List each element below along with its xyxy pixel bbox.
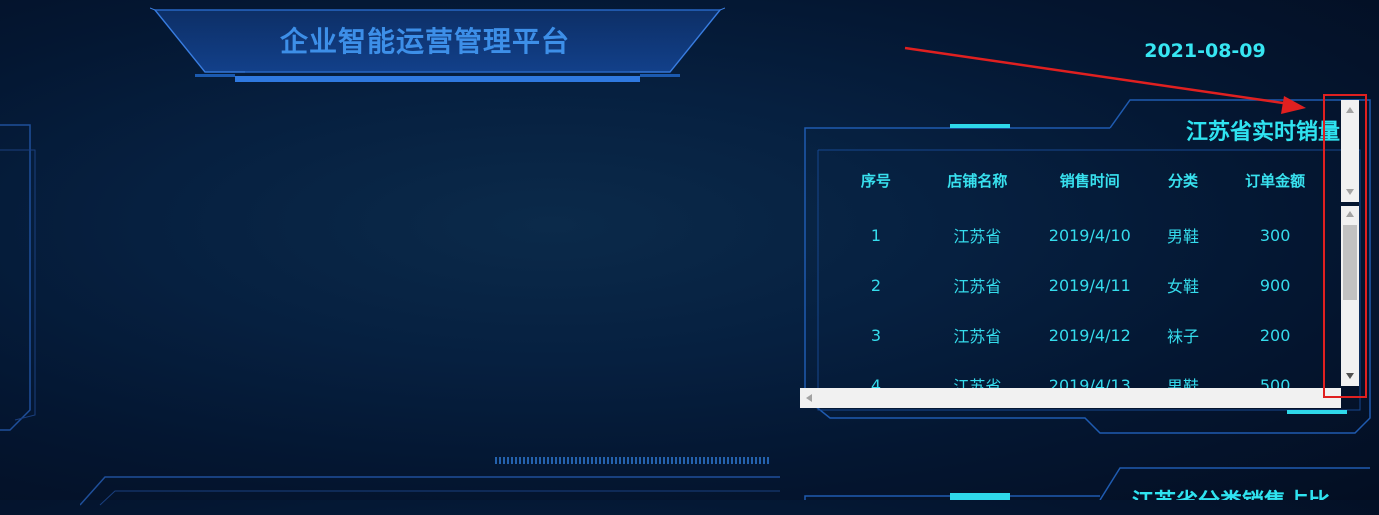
- table-cell: 江苏省: [953, 377, 1002, 388]
- table-cell: 2019/4/10: [1048, 225, 1131, 245]
- table-cell: 男鞋: [1166, 227, 1199, 246]
- page-title: 企业智能运营管理平台: [279, 25, 570, 58]
- horizontal-scrollbar[interactable]: [800, 388, 1341, 408]
- table-header-row: 序号 店铺名称 销售时间 分类 订单金额: [818, 150, 1343, 210]
- table-row: 4 江苏省 2019/4/13 男鞋 500: [818, 360, 1343, 389]
- accent-bar: [1287, 410, 1347, 414]
- table-row: 3 江苏省 2019/4/12 袜子 200: [818, 310, 1343, 360]
- column-header: 序号: [860, 171, 891, 190]
- bottom-left-panel-frame: [80, 476, 780, 506]
- sales-table: 序号 店铺名称 销售时间 分类 订单金额 1 江苏省 2019/4/10 男鞋 …: [818, 150, 1343, 389]
- accent-bar: [950, 493, 1010, 500]
- column-header: 销售时间: [1059, 171, 1120, 190]
- table-cell: 2019/4/13: [1048, 375, 1131, 389]
- column-header: 分类: [1167, 171, 1198, 190]
- table-row: 1 江苏省 2019/4/10 男鞋 300: [818, 210, 1343, 260]
- category-share-panel-title: 江苏省分类销售占比: [1100, 484, 1330, 500]
- table-cell: 江苏省: [953, 327, 1002, 346]
- table-cell: 2: [870, 275, 882, 295]
- table-cell: 4: [870, 375, 882, 389]
- table-cell: 3: [870, 325, 882, 345]
- column-header: 店铺名称: [947, 171, 1008, 190]
- left-panel-frame: [0, 124, 36, 431]
- table-cell: 袜子: [1166, 327, 1199, 346]
- table-cell: 2019/4/11: [1048, 275, 1131, 295]
- annotation-highlight-box: [1323, 94, 1367, 398]
- current-date: 2021-08-09: [1144, 40, 1266, 62]
- table-cell: 江苏省: [953, 227, 1002, 246]
- table-cell: 1: [870, 225, 882, 245]
- scroll-left-arrow-icon[interactable]: [806, 394, 812, 402]
- sales-panel-title: 江苏省实时销量: [1185, 120, 1340, 145]
- table-cell: 江苏省: [953, 277, 1002, 296]
- decorative-ticks: [495, 457, 770, 464]
- table-cell: 女鞋: [1166, 277, 1199, 296]
- sales-table-container[interactable]: 序号 店铺名称 销售时间 分类 订单金额 1 江苏省 2019/4/10 男鞋 …: [818, 150, 1343, 389]
- table-cell: 男鞋: [1166, 377, 1199, 388]
- table-cell: 2019/4/12: [1048, 325, 1131, 345]
- table-row: 2 江苏省 2019/4/11 女鞋 900: [818, 260, 1343, 310]
- accent-bar: [950, 124, 1010, 128]
